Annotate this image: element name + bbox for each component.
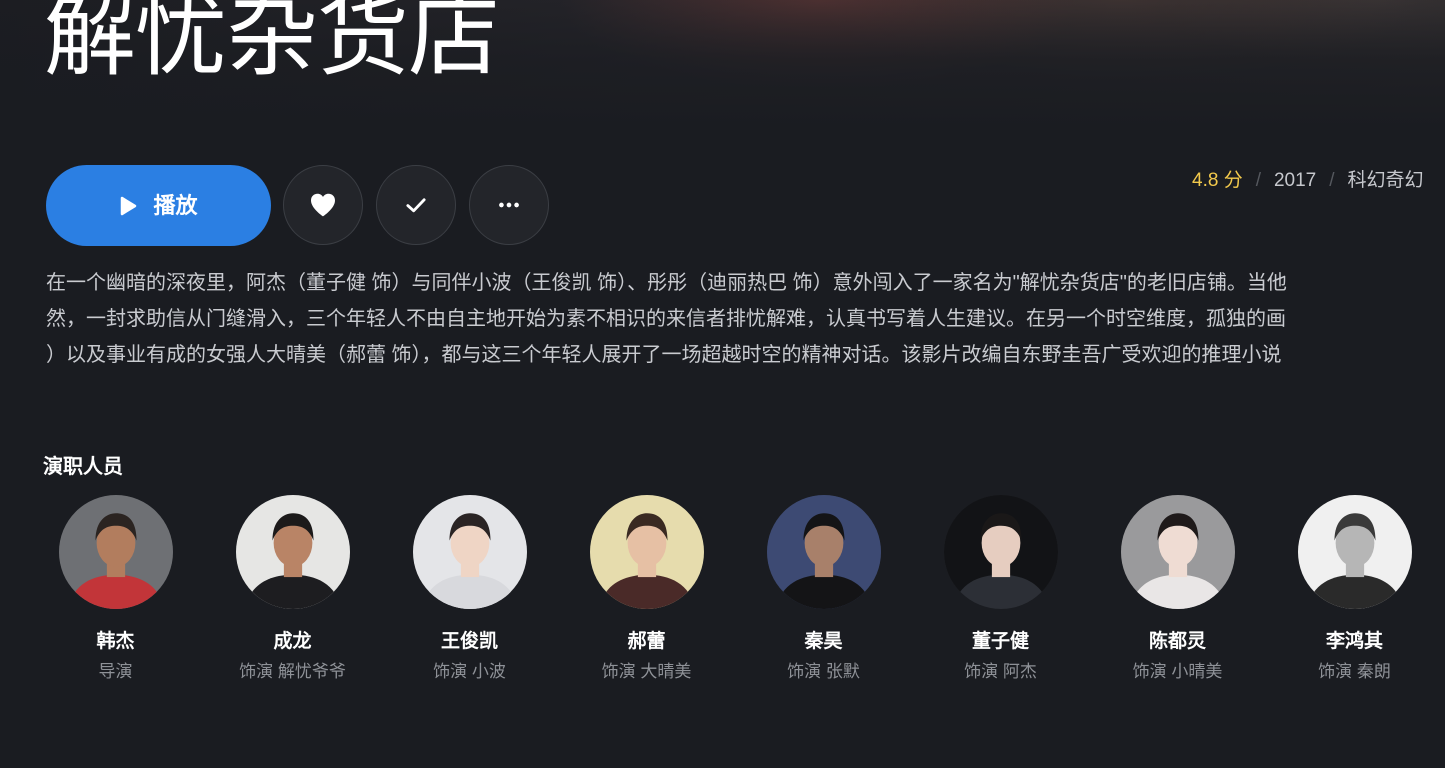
avatar-portrait bbox=[412, 495, 527, 609]
genre: 科幻奇幻 bbox=[1347, 170, 1424, 191]
synopsis-line: 在一个幽暗的深夜里，阿杰（董子健 饰）与同伴小波（王俊凯 饰）、彤彤（迪丽热巴 … bbox=[46, 272, 1287, 294]
cast-list: 韩杰 导演 成龙 饰演 解忧爷爷 王俊凯 饰演 小波 郝蕾 饰演 大晴美 秦昊 … bbox=[27, 495, 1443, 683]
cast-role: 导演 bbox=[98, 662, 133, 681]
cast-name: 成龙 bbox=[273, 631, 312, 652]
cast-member[interactable]: 王俊凯 饰演 小波 bbox=[381, 495, 558, 683]
synopsis: 在一个幽暗的深夜里，阿杰（董子健 饰）与同伴小波（王俊凯 饰）、彤彤（迪丽热巴 … bbox=[46, 265, 1445, 373]
cast-member[interactable]: 李鸿其 饰演 秦朗 bbox=[1266, 495, 1443, 683]
cast-name: 郝蕾 bbox=[627, 631, 666, 652]
synopsis-line: ）以及事业有成的女强人大晴美（郝蕾 饰），都与这三个年轻人展开了一场超越时空的精… bbox=[46, 344, 1282, 366]
cast-member[interactable]: 陈都灵 饰演 小晴美 bbox=[1089, 495, 1266, 683]
heart-icon bbox=[311, 193, 335, 217]
cast-name: 韩杰 bbox=[96, 631, 135, 652]
avatar bbox=[943, 495, 1058, 609]
cast-role: 饰演 小晴美 bbox=[1132, 662, 1223, 681]
movie-title: 解忧杂货店 bbox=[44, 0, 500, 87]
cast-name: 董子健 bbox=[971, 631, 1029, 652]
play-label: 播放 bbox=[153, 192, 198, 218]
meta-separator: / bbox=[1255, 170, 1261, 191]
cast-name: 李鸿其 bbox=[1325, 631, 1383, 652]
avatar bbox=[235, 495, 350, 609]
avatar-portrait bbox=[58, 495, 173, 609]
avatar bbox=[589, 495, 704, 609]
avatar-portrait bbox=[235, 495, 350, 609]
avatar bbox=[766, 495, 881, 609]
cast-name: 秦昊 bbox=[804, 631, 843, 652]
cast-role: 饰演 张默 bbox=[787, 662, 860, 681]
more-button[interactable] bbox=[469, 165, 549, 245]
play-icon bbox=[121, 196, 137, 215]
cast-name: 陈都灵 bbox=[1148, 631, 1206, 652]
cast-member[interactable]: 韩杰 导演 bbox=[27, 495, 204, 683]
rating: 4.8 分 bbox=[1192, 170, 1243, 191]
cast-member[interactable]: 成龙 饰演 解忧爷爷 bbox=[204, 495, 381, 683]
avatar-portrait bbox=[943, 495, 1058, 609]
avatar bbox=[1297, 495, 1412, 609]
mark-watched-button[interactable] bbox=[376, 165, 456, 245]
avatar bbox=[412, 495, 527, 609]
cast-heading: 演职人员 bbox=[43, 456, 123, 478]
release-year: 2017 bbox=[1273, 170, 1317, 191]
cast-role: 饰演 秦朗 bbox=[1318, 662, 1391, 681]
movie-meta: 4.8 分 / 2017 / 科幻奇幻 bbox=[1192, 167, 1445, 195]
synopsis-line: 然，一封求助信从门缝滑入，三个年轻人不由自主地开始为素不相识的来信者排忧解难，认… bbox=[46, 308, 1286, 330]
cast-member[interactable]: 秦昊 饰演 张默 bbox=[735, 495, 912, 683]
check-icon bbox=[406, 198, 426, 213]
avatar-portrait bbox=[1297, 495, 1412, 609]
avatar bbox=[1120, 495, 1235, 609]
avatar bbox=[58, 495, 173, 609]
cast-role: 饰演 阿杰 bbox=[964, 662, 1037, 681]
meta-separator: / bbox=[1329, 170, 1335, 191]
title-container: 解忧杂货店 bbox=[44, 0, 744, 92]
avatar-portrait bbox=[1120, 495, 1235, 609]
cast-name: 王俊凯 bbox=[440, 631, 498, 652]
avatar-portrait bbox=[766, 495, 881, 609]
avatar-portrait bbox=[589, 495, 704, 609]
cast-role: 饰演 小波 bbox=[433, 662, 506, 681]
more-icon bbox=[499, 202, 519, 208]
cast-member[interactable]: 董子健 饰演 阿杰 bbox=[912, 495, 1089, 683]
play-button[interactable]: 播放 bbox=[46, 165, 271, 246]
cast-role: 饰演 解忧爷爷 bbox=[239, 662, 346, 681]
cast-member[interactable]: 郝蕾 饰演 大晴美 bbox=[558, 495, 735, 683]
cast-role: 饰演 大晴美 bbox=[601, 662, 692, 681]
favorite-button[interactable] bbox=[283, 165, 363, 245]
